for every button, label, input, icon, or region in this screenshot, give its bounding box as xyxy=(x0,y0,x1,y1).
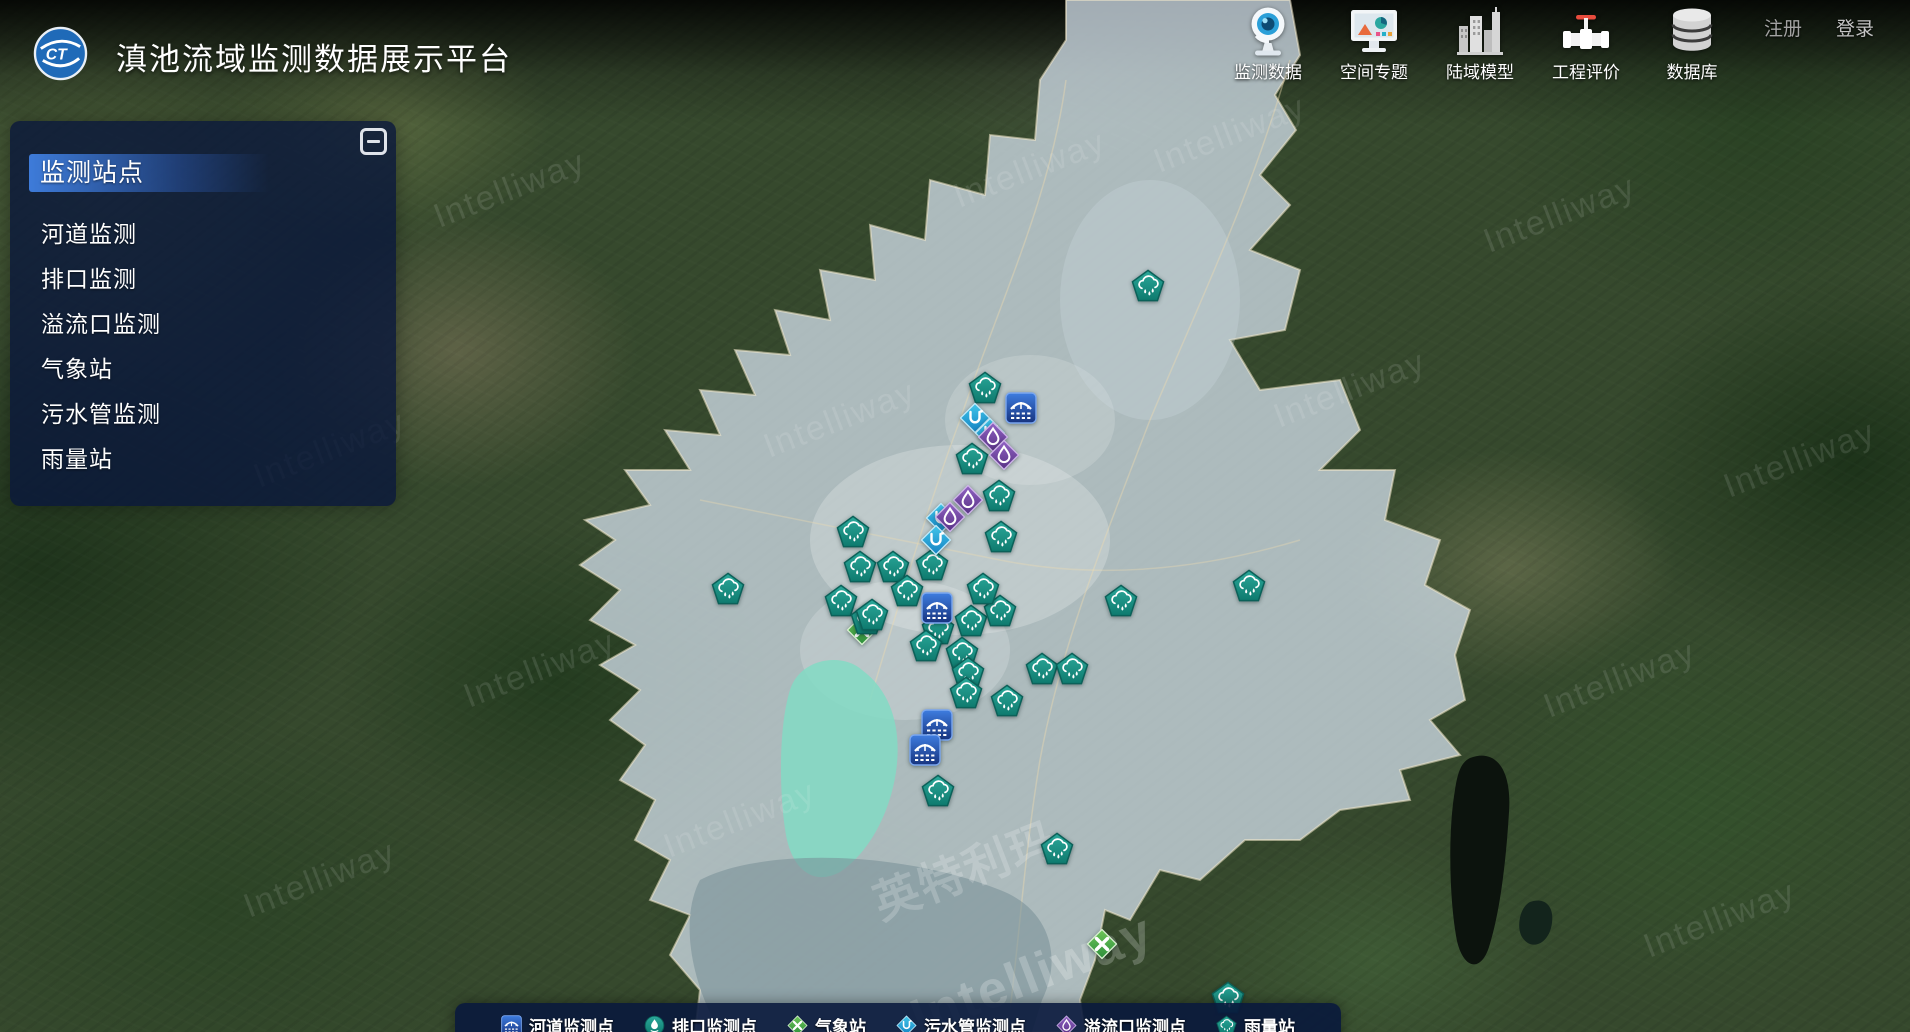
legend-item-river[interactable]: 河道监测点 xyxy=(501,1013,614,1032)
legend-outlet-icon xyxy=(644,1015,665,1032)
platform-logo[interactable]: CT xyxy=(33,26,88,81)
login-link[interactable]: 登录 xyxy=(1836,14,1874,41)
map-legend-bar: 河道监测点 排口监测点 气象站 污水管监测点 溢流口监测点 xyxy=(455,1003,1341,1032)
legend-overflow-icon xyxy=(1056,1015,1077,1032)
nav-monitoring-data[interactable]: 监测数据 xyxy=(1222,5,1314,83)
marker-rain-station[interactable] xyxy=(966,572,1000,605)
legend-river-icon xyxy=(501,1015,522,1032)
marker-river-station[interactable] xyxy=(921,592,953,624)
legend-item-rain[interactable]: 雨量站 xyxy=(1216,1013,1295,1032)
nav-database[interactable]: 数据库 xyxy=(1646,5,1738,83)
station-type-list: 河道监测排口监测溢流口监测气象站污水管监测雨量站 xyxy=(10,209,396,479)
nav-land-model[interactable]: 陆域模型 xyxy=(1434,5,1526,83)
marker-rain-station[interactable] xyxy=(921,774,955,807)
marker-rain-station[interactable] xyxy=(1055,652,1089,685)
legend-label: 河道监测点 xyxy=(529,1013,614,1032)
city-buildings-icon xyxy=(1454,5,1506,57)
nav-label: 数据库 xyxy=(1667,58,1718,83)
panel-title-monitoring-stations[interactable]: 监测站点 xyxy=(29,154,269,192)
marker-rain-station[interactable] xyxy=(836,515,870,548)
sidebar-item-weather-station[interactable]: 气象站 xyxy=(10,344,396,389)
marker-rain-station[interactable] xyxy=(1131,269,1165,302)
marker-rain-station[interactable] xyxy=(855,598,889,631)
marker-rain-station[interactable] xyxy=(909,629,943,662)
sidebar-item-overflow-monitoring[interactable]: 溢流口监测 xyxy=(10,299,396,344)
legend-label: 雨量站 xyxy=(1244,1013,1295,1032)
marker-river-station[interactable] xyxy=(909,734,941,766)
marker-rain-station[interactable] xyxy=(984,520,1018,553)
marker-river-station[interactable] xyxy=(1005,392,1037,424)
marker-rain-station[interactable] xyxy=(1040,832,1074,865)
page-title: 滇池流域监测数据展示平台 xyxy=(116,34,512,79)
marker-overflow-station[interactable] xyxy=(988,439,1020,471)
database-cylinder-icon xyxy=(1666,5,1718,57)
marker-rain-station[interactable] xyxy=(843,550,877,583)
monitor-chart-icon xyxy=(1348,5,1400,57)
sidebar-item-sewage-pipe-monitoring[interactable]: 污水管监测 xyxy=(10,389,396,434)
register-link[interactable]: 注册 xyxy=(1764,14,1802,41)
nav-project-evaluation[interactable]: 工程评价 xyxy=(1540,5,1632,83)
svg-text:CT: CT xyxy=(46,46,68,63)
legend-item-weather[interactable]: 气象站 xyxy=(787,1013,866,1032)
marker-rain-station[interactable] xyxy=(711,572,745,605)
sidebar-item-river-monitoring[interactable]: 河道监测 xyxy=(10,209,396,254)
nav-label: 空间专题 xyxy=(1340,58,1408,83)
marker-rain-station[interactable] xyxy=(1104,584,1138,617)
webcam-icon xyxy=(1242,5,1294,57)
legend-item-outlet[interactable]: 排口监测点 xyxy=(644,1013,757,1032)
legend-label: 排口监测点 xyxy=(672,1013,757,1032)
minus-icon xyxy=(367,140,380,144)
marker-rain-station[interactable] xyxy=(1232,569,1266,602)
east-dark-lake xyxy=(1450,756,1509,965)
marker-rain-station[interactable] xyxy=(1025,652,1059,685)
app-window: CT 滇池流域监测数据展示平台 监测数据 空间专题 xyxy=(0,0,1910,1032)
collapse-panel-button[interactable] xyxy=(360,128,387,155)
legend-label: 溢流口监测点 xyxy=(1084,1013,1186,1032)
legend-label: 污水管监测点 xyxy=(924,1013,1026,1032)
legend-item-overflow[interactable]: 溢流口监测点 xyxy=(1056,1013,1186,1032)
marker-rain-station[interactable] xyxy=(982,479,1016,512)
nav-spatial-topics[interactable]: 空间专题 xyxy=(1328,5,1420,83)
legend-item-sewage[interactable]: 污水管监测点 xyxy=(896,1013,1026,1032)
sidebar-item-rain-station[interactable]: 雨量站 xyxy=(10,434,396,479)
legend-label: 气象站 xyxy=(815,1013,866,1032)
sidebar-item-outlet-monitoring[interactable]: 排口监测 xyxy=(10,254,396,299)
nav-label: 陆域模型 xyxy=(1446,58,1514,83)
marker-rain-station[interactable] xyxy=(990,684,1024,717)
legend-sewage-icon xyxy=(896,1015,917,1032)
top-nav: 监测数据 空间专题 陆域模型 xyxy=(1222,5,1738,83)
nav-label: 工程评价 xyxy=(1552,58,1620,83)
pipe-valve-icon xyxy=(1560,5,1612,57)
monitoring-stations-panel: 监测站点 河道监测排口监测溢流口监测气象站污水管监测雨量站 xyxy=(10,121,396,506)
legend-rain-icon xyxy=(1216,1015,1237,1032)
marker-overflow-station[interactable] xyxy=(934,501,966,533)
marker-rain-station[interactable] xyxy=(968,371,1002,404)
marker-rain-station[interactable] xyxy=(890,574,924,607)
nav-label: 监测数据 xyxy=(1234,58,1302,83)
marker-weather-station[interactable] xyxy=(1086,928,1118,960)
legend-weather-icon xyxy=(787,1015,808,1032)
marker-rain-station[interactable] xyxy=(949,676,983,709)
